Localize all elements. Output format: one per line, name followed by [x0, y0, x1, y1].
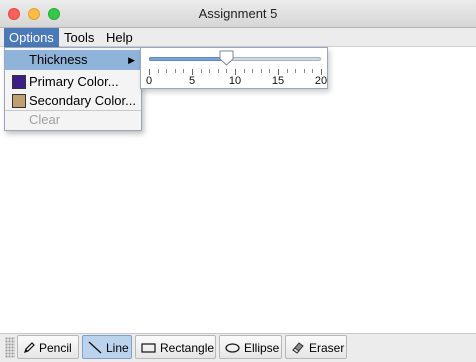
ellipse-tool-button[interactable]: Ellipse	[219, 335, 282, 359]
menu-help[interactable]: Help	[101, 28, 138, 47]
slider-minor-tick	[244, 69, 245, 73]
slider-minor-tick	[175, 69, 176, 73]
slider-minor-tick	[218, 69, 219, 73]
options-dropdown: Thickness ▶ Primary Color... Secondary C…	[4, 47, 142, 131]
slider-minor-tick	[312, 69, 313, 73]
pencil-icon	[24, 342, 35, 354]
window-title: Assignment 5	[198, 6, 278, 21]
slider-minor-tick	[269, 69, 270, 73]
slider-tick-label: 10	[228, 75, 242, 87]
menu-item-thickness[interactable]: Thickness ▶	[5, 50, 141, 70]
slider-minor-tick	[166, 69, 167, 73]
menu-item-primary-color[interactable]: Primary Color...	[5, 72, 141, 92]
menu-item-primary-color-label: Primary Color...	[29, 74, 119, 89]
rectangle-tool-label: Rectangle	[160, 340, 215, 355]
slider-tick-label: 0	[145, 75, 153, 87]
slider-minor-tick	[209, 69, 210, 73]
menu-item-secondary-color[interactable]: Secondary Color...	[5, 91, 141, 111]
line-icon	[88, 341, 102, 354]
menu-options[interactable]: Options	[4, 28, 59, 47]
slider-minor-tick	[295, 69, 296, 73]
slider-minor-tick	[226, 69, 227, 73]
pencil-tool-button[interactable]: Pencil	[17, 335, 79, 359]
slider-minor-tick	[183, 69, 184, 73]
submenu-arrow-icon: ▶	[128, 55, 135, 65]
ellipse-icon	[225, 343, 240, 353]
menu-item-clear[interactable]: Clear	[5, 110, 141, 130]
slider-minor-tick	[287, 69, 288, 73]
eraser-tool-button[interactable]: Eraser	[285, 335, 347, 359]
eraser-icon	[292, 342, 304, 355]
line-tool-label: Line	[106, 340, 129, 355]
ellipse-tool-label: Ellipse	[244, 340, 280, 355]
slider-minor-tick	[201, 69, 202, 73]
slider-tick-label: 5	[188, 75, 196, 87]
thickness-slider-fill	[149, 57, 227, 61]
rectangle-icon	[141, 343, 156, 353]
toolbar-grip-handle[interactable]	[5, 337, 15, 358]
thickness-submenu: 0 5 10 15 20	[140, 47, 328, 89]
thickness-slider-thumb[interactable]	[219, 50, 234, 66]
title-bar: Assignment 5	[0, 0, 476, 28]
slider-tick-label: 15	[271, 75, 285, 87]
menu-item-clear-label: Clear	[29, 112, 61, 127]
slider-minor-tick	[158, 69, 159, 73]
menu-item-secondary-color-label: Secondary Color...	[29, 93, 136, 108]
secondary-color-swatch	[12, 94, 26, 108]
slider-minor-tick	[261, 69, 262, 73]
tool-bar: Pencil Line Rectangle Ellipse Eraser	[0, 333, 476, 362]
menu-item-thickness-label: Thickness	[29, 52, 88, 67]
line-tool-button[interactable]: Line	[82, 335, 132, 359]
slider-minor-tick	[304, 69, 305, 73]
eraser-tool-label: Eraser	[309, 340, 345, 355]
menu-bar: Options Tools Help	[0, 28, 476, 47]
slider-minor-tick	[252, 69, 253, 73]
pencil-tool-label: Pencil	[39, 340, 72, 355]
rectangle-tool-button[interactable]: Rectangle	[135, 335, 216, 359]
primary-color-swatch	[12, 75, 26, 89]
slider-tick-label: 20	[314, 75, 328, 87]
menu-tools[interactable]: Tools	[59, 28, 99, 47]
